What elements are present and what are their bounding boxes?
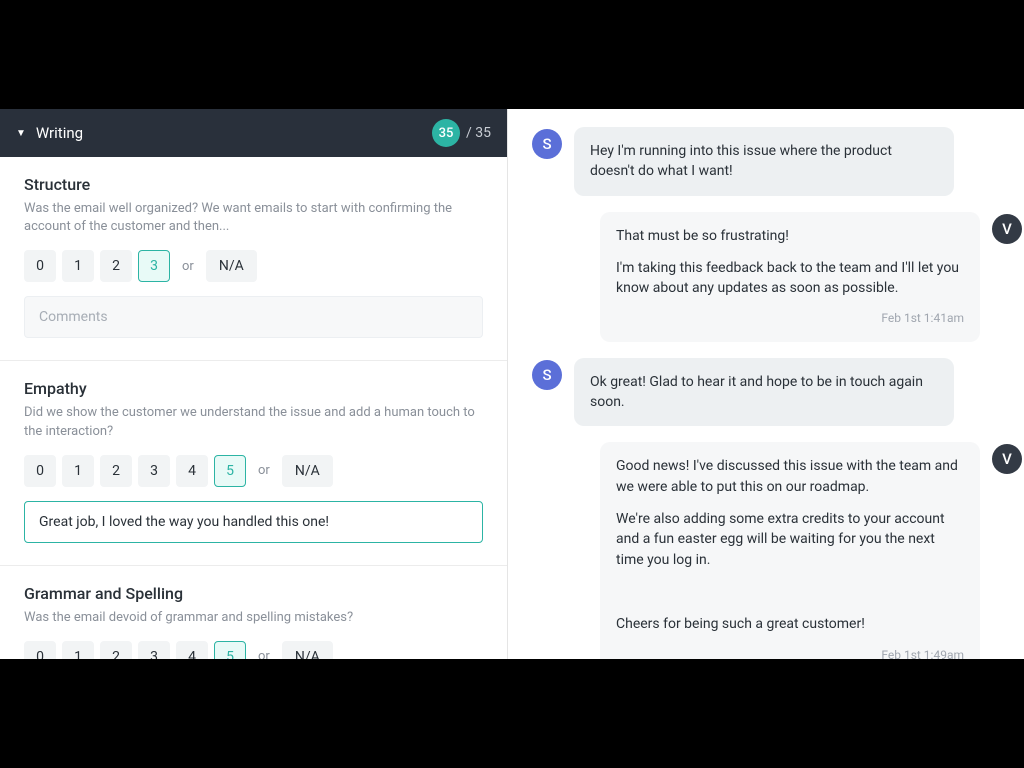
question-title: Grammar and Spelling <box>24 584 483 603</box>
app-viewport: ▼ Writing 35 / 35 StructureWas the email… <box>0 109 1024 659</box>
customer-avatar: S <box>532 129 562 159</box>
rating-button-4[interactable]: 4 <box>176 641 208 659</box>
rating-button-3[interactable]: 3 <box>138 455 170 487</box>
rating-row: 0123 or N/A <box>24 250 483 282</box>
section-header-writing[interactable]: ▼ Writing 35 / 35 <box>0 109 507 157</box>
message-bubble: That must be so frustrating! I'm taking t… <box>600 212 980 342</box>
message-row: V That must be so frustrating! I'm taking … <box>532 212 1022 342</box>
question-block: Structure Was the email well organized? W… <box>0 157 507 361</box>
questions-list: Structure Was the email well organized? W… <box>0 157 507 659</box>
message-text: We're also adding some extra credits to … <box>616 509 964 570</box>
message-row: S Hey I'm running into this issue where t… <box>532 127 1022 196</box>
or-label: or <box>252 649 276 659</box>
message-bubble: Good news! I've discussed this issue wit… <box>600 442 980 659</box>
customer-avatar: S <box>532 360 562 390</box>
rating-button-0[interactable]: 0 <box>24 455 56 487</box>
chevron-down-icon: ▼ <box>16 128 26 139</box>
message-text: I'm taking this feedback back to the tea… <box>616 258 964 299</box>
message-row: S Ok great! Glad to hear it and hope to b… <box>532 358 1022 427</box>
rating-button-2[interactable]: 2 <box>100 641 132 659</box>
or-label: or <box>176 259 200 274</box>
question-description: Was the email devoid of grammar and spel… <box>24 609 483 627</box>
message-text: That must be so frustrating! <box>616 226 964 246</box>
rating-button-na[interactable]: N/A <box>282 455 333 487</box>
rating-button-na[interactable]: N/A <box>282 641 333 659</box>
message-text: Good news! I've discussed this issue wit… <box>616 456 964 497</box>
comments-input[interactable]: Great job, I loved the way you handled t… <box>24 501 483 543</box>
question-description: Did we show the customer we understand t… <box>24 404 483 440</box>
message-text: Hey I'm running into this issue where th… <box>590 141 938 182</box>
rating-button-0[interactable]: 0 <box>24 641 56 659</box>
rating-button-4[interactable]: 4 <box>176 455 208 487</box>
scoring-panel: ▼ Writing 35 / 35 StructureWas the email… <box>0 109 508 659</box>
rating-button-na[interactable]: N/A <box>206 250 257 282</box>
agent-avatar: V <box>992 214 1022 244</box>
rating-button-1[interactable]: 1 <box>62 250 94 282</box>
rating-button-3[interactable]: 3 <box>138 250 170 282</box>
message-bubble: Hey I'm running into this issue where th… <box>574 127 954 196</box>
rating-button-5[interactable]: 5 <box>214 455 246 487</box>
comments-input[interactable]: Comments <box>24 296 483 338</box>
message-timestamp: Feb 1st 1:49am <box>616 647 964 659</box>
question-title: Empathy <box>24 379 483 398</box>
question-title: Structure <box>24 175 483 194</box>
score-badge: 35 <box>432 119 460 147</box>
agent-avatar: V <box>992 444 1022 474</box>
message-bubble: Ok great! Glad to hear it and hope to be… <box>574 358 954 427</box>
rating-button-0[interactable]: 0 <box>24 250 56 282</box>
rating-button-3[interactable]: 3 <box>138 641 170 659</box>
rating-button-2[interactable]: 2 <box>100 455 132 487</box>
question-block: Empathy Did we show the customer we under… <box>0 361 507 565</box>
rating-button-5[interactable]: 5 <box>214 641 246 659</box>
question-block: Grammar and Spelling Was the email devoid… <box>0 566 507 659</box>
score-max: / 35 <box>466 125 491 141</box>
question-description: Was the email well organized? We want em… <box>24 200 483 236</box>
rating-row: 012345 or N/A <box>24 455 483 487</box>
section-title: Writing <box>36 124 432 142</box>
rating-button-1[interactable]: 1 <box>62 455 94 487</box>
rating-row: 012345 or N/A <box>24 641 483 659</box>
message-row: V Good news! I've discussed this issue wi… <box>532 442 1022 659</box>
conversation-panel: S Hey I'm running into this issue where t… <box>508 109 1024 659</box>
message-text <box>616 582 964 602</box>
message-text: Ok great! Glad to hear it and hope to be… <box>590 372 938 413</box>
rating-button-2[interactable]: 2 <box>100 250 132 282</box>
message-timestamp: Feb 1st 1:41am <box>616 310 964 327</box>
rating-button-1[interactable]: 1 <box>62 641 94 659</box>
or-label: or <box>252 463 276 478</box>
message-text: Cheers for being such a great customer! <box>616 614 964 634</box>
